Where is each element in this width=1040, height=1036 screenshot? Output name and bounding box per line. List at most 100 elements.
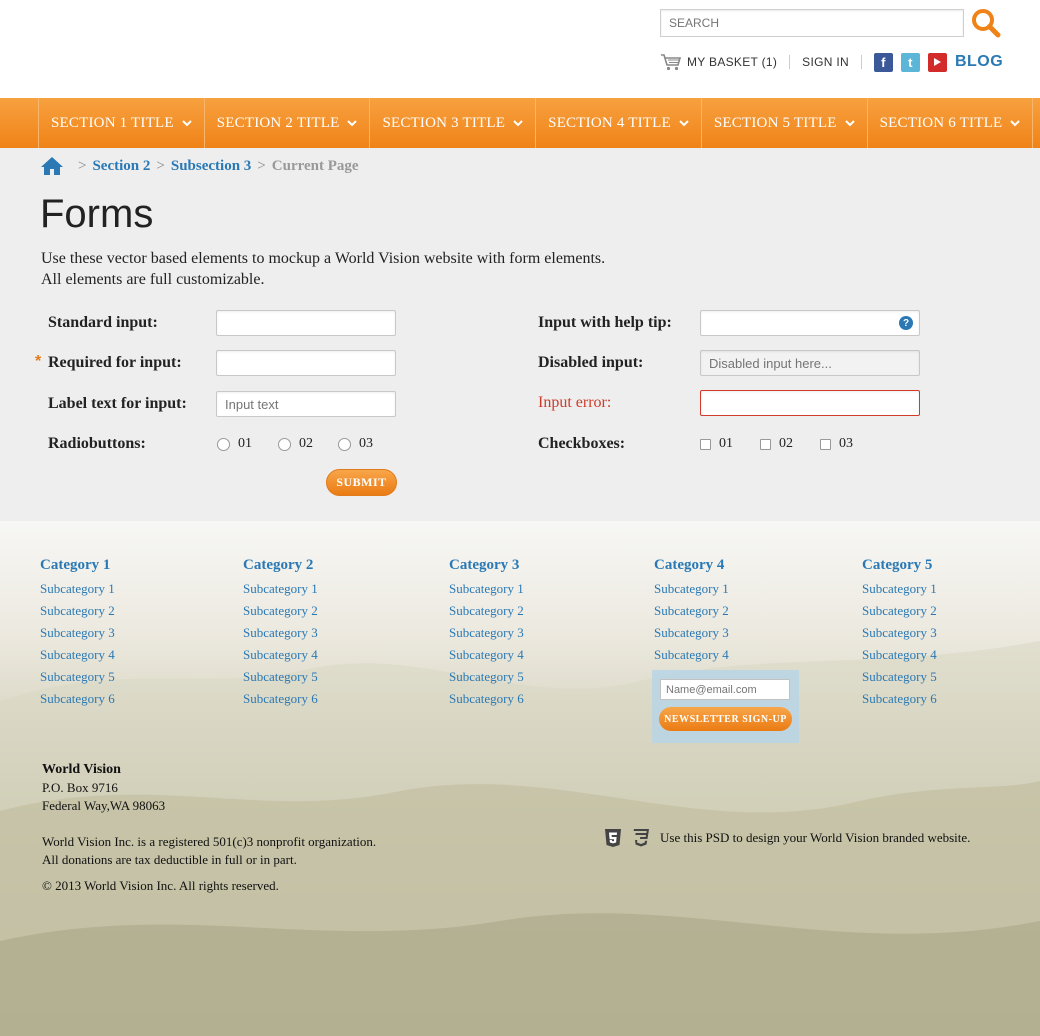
helptip-input[interactable]: ? (700, 310, 920, 336)
subcategory-link[interactable]: Subcategory 2 (862, 600, 937, 622)
checkbox-option-01[interactable]: 01 (700, 436, 733, 452)
category-title[interactable]: Category 3 (449, 557, 524, 574)
css3-icon (633, 829, 649, 847)
subcategory-link[interactable]: Subcategory 3 (40, 622, 115, 644)
nav-item-section-4[interactable]: SECTION 4 TITLE (536, 98, 702, 148)
subcategory-link[interactable]: Subcategory 4 (40, 644, 115, 666)
subcategory-link[interactable]: Subcategory 3 (243, 622, 318, 644)
error-input-field[interactable] (701, 391, 919, 415)
radio-option-label: 02 (299, 436, 313, 451)
legal-line: All donations are tax deductible in full… (42, 852, 297, 867)
breadcrumb-section[interactable]: Section 2 (92, 158, 150, 175)
nav-item-section-2[interactable]: SECTION 2 TITLE (205, 98, 371, 148)
footer-category-3: Category 3 Subcategory 1 Subcategory 2 S… (449, 557, 524, 710)
subcategory-link[interactable]: Subcategory 6 (449, 688, 524, 710)
nav-item-section-5[interactable]: SECTION 5 TITLE (702, 98, 868, 148)
search-field[interactable] (660, 9, 964, 37)
subcategory-link[interactable]: Subcategory 6 (40, 688, 115, 710)
subcategory-link[interactable]: Subcategory 1 (40, 578, 115, 600)
newsletter-signup-button[interactable]: NEWSLETTER SIGN-UP (659, 707, 792, 731)
main-nav: SECTION 1 TITLE SECTION 2 TITLE SECTION … (0, 98, 1040, 148)
checkbox-option-03[interactable]: 03 (820, 436, 853, 452)
home-icon[interactable] (40, 156, 64, 176)
radio-label: Radiobuttons: (48, 435, 146, 452)
social-links: f t (873, 52, 947, 72)
labeltext-input-label: Label text for input: (48, 395, 187, 412)
site-footer: Category 1 Subcategory 1 Subcategory 2 S… (0, 521, 1040, 1036)
subcategory-link[interactable]: Subcategory 4 (654, 644, 729, 666)
labeltext-input-field[interactable] (217, 392, 395, 416)
standard-input-field[interactable] (217, 311, 395, 335)
radio-option-01[interactable]: 01 (217, 436, 252, 452)
helptip-input-field[interactable] (701, 311, 919, 335)
footer-category-5: Category 5 Subcategory 1 Subcategory 2 S… (862, 557, 937, 710)
subcategory-link[interactable]: Subcategory 4 (862, 644, 937, 666)
checkbox[interactable] (760, 438, 771, 450)
labeltext-input[interactable] (216, 391, 396, 417)
helptip-input-label: Input with help tip: (538, 314, 672, 331)
checkbox[interactable] (820, 438, 831, 450)
subcategory-link[interactable]: Subcategory 5 (243, 666, 318, 688)
required-input[interactable] (216, 350, 396, 376)
checkbox[interactable] (700, 438, 711, 450)
radio-button[interactable] (338, 437, 351, 451)
twitter-icon[interactable]: t (900, 52, 920, 72)
subcategory-link[interactable]: Subcategory 1 (654, 578, 729, 600)
radio-button[interactable] (278, 437, 291, 451)
error-input[interactable] (700, 390, 920, 416)
search-input[interactable] (661, 10, 963, 36)
page-title: Forms (40, 192, 154, 236)
page-intro: Use these vector based elements to mocku… (41, 248, 605, 290)
subcategory-link[interactable]: Subcategory 5 (40, 666, 115, 688)
required-star: * (35, 353, 42, 370)
radio-button[interactable] (217, 437, 230, 451)
subcategory-link[interactable]: Subcategory 1 (449, 578, 524, 600)
org-name: World Vision (42, 762, 121, 777)
subcategory-link[interactable]: Subcategory 3 (449, 622, 524, 644)
subcategory-link[interactable]: Subcategory 1 (862, 578, 937, 600)
checkbox-option-02[interactable]: 02 (760, 436, 793, 452)
signin-link[interactable]: SIGN IN (802, 55, 849, 69)
basket-link[interactable]: MY BASKET (1) (687, 55, 777, 69)
category-title[interactable]: Category 1 (40, 557, 115, 574)
main-content: > Section 2 > Subsection 3 > Current Pag… (0, 148, 1040, 521)
subcategory-link[interactable]: Subcategory 3 (862, 622, 937, 644)
breadcrumb-separator: > (78, 157, 87, 174)
blog-link[interactable]: BLOG (955, 53, 1003, 71)
subcategory-link[interactable]: Subcategory 3 (654, 622, 729, 644)
disabled-input (700, 350, 920, 376)
subcategory-link[interactable]: Subcategory 4 (243, 644, 318, 666)
newsletter-email-input[interactable] (661, 680, 789, 700)
subcategory-link[interactable]: Subcategory 5 (862, 666, 937, 688)
nav-item-section-3[interactable]: SECTION 3 TITLE (370, 98, 537, 148)
submit-button[interactable]: SUBMIT (326, 469, 397, 496)
subcategory-link[interactable]: Subcategory 2 (40, 600, 115, 622)
subcategory-link[interactable]: Subcategory 5 (449, 666, 524, 688)
radio-option-03[interactable]: 03 (338, 436, 373, 452)
search-icon[interactable] (970, 7, 1002, 39)
facebook-icon[interactable]: f (873, 52, 893, 72)
chevron-down-icon (1010, 120, 1021, 127)
youtube-icon[interactable] (927, 52, 947, 72)
nav-item-section-1[interactable]: SECTION 1 TITLE (39, 98, 205, 148)
subcategory-link[interactable]: Subcategory 6 (862, 688, 937, 710)
breadcrumb-subsection[interactable]: Subsection 3 (171, 158, 251, 175)
help-icon[interactable]: ? (899, 316, 913, 330)
category-title[interactable]: Category 4 (654, 557, 729, 574)
subcategory-link[interactable]: Subcategory 2 (654, 600, 729, 622)
category-title[interactable]: Category 2 (243, 557, 318, 574)
standard-input[interactable] (216, 310, 396, 336)
newsletter-email-field[interactable] (660, 679, 790, 700)
radio-option-02[interactable]: 02 (278, 436, 313, 452)
subcategory-link[interactable]: Subcategory 2 (449, 600, 524, 622)
category-title[interactable]: Category 5 (862, 557, 937, 574)
nav-item-section-6[interactable]: SECTION 6 TITLE (868, 98, 1034, 148)
newsletter-box: NEWSLETTER SIGN-UP (652, 670, 799, 743)
subcategory-link[interactable]: Subcategory 2 (243, 600, 318, 622)
subcategory-link[interactable]: Subcategory 6 (243, 688, 318, 710)
subcategory-link[interactable]: Subcategory 4 (449, 644, 524, 666)
chevron-down-icon (347, 120, 358, 127)
required-input-field[interactable] (217, 351, 395, 375)
subcategory-link[interactable]: Subcategory 1 (243, 578, 318, 600)
error-input-label: Input error: (538, 394, 612, 411)
